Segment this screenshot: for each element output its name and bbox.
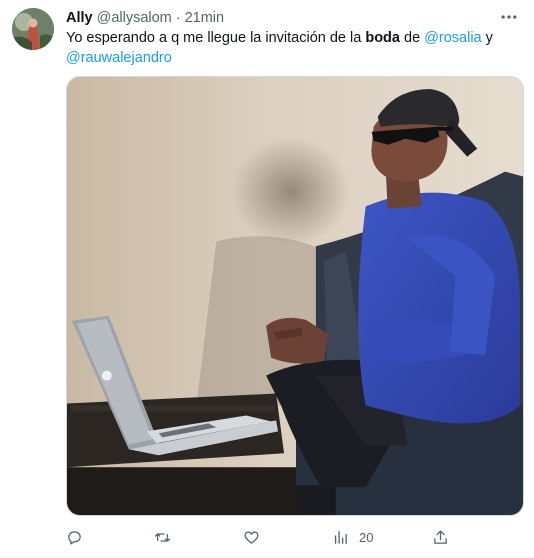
separator-dot: · [175,10,181,26]
meme-photo [67,77,523,515]
reply-button[interactable] [66,526,83,548]
reply-icon [68,530,81,545]
avatar[interactable] [12,8,54,50]
like-button[interactable] [243,526,260,548]
views-count: 20 [359,529,374,545]
tweet-text-part3: y [481,30,493,46]
more-options-icon[interactable] [496,8,522,26]
heart-icon [244,531,259,544]
share-button[interactable] [432,526,449,548]
retweet-button[interactable] [154,526,171,548]
tweet-text: Yo esperando a q me llegue la invitación… [66,29,518,68]
retweet-icon [154,532,171,542]
avatar-image [12,8,54,50]
author-name[interactable]: Ally [66,10,93,26]
mention-rosalia[interactable]: @rosalia [424,30,481,46]
tweet-header: Ally @allysalom · 21min [66,9,224,27]
mention-rauwalejandro[interactable]: @rauwalejandro [66,50,172,66]
author-handle[interactable]: @allysalom [97,10,172,26]
tweet-timestamp[interactable]: 21min [185,10,225,26]
views-icon [334,530,347,544]
share-icon [434,529,447,544]
tweet-media-image[interactable] [66,76,524,516]
tweet[interactable]: Ally @allysalom · 21min Yo esperando a q… [0,0,534,558]
views-button[interactable]: 20 [332,526,373,548]
tweet-text-bold: boda [365,30,400,46]
tweet-actions: 20 [66,526,456,548]
tweet-text-part2: de [399,30,425,46]
tweet-text-part1: Yo esperando a q me llegue la invitación… [66,30,366,46]
